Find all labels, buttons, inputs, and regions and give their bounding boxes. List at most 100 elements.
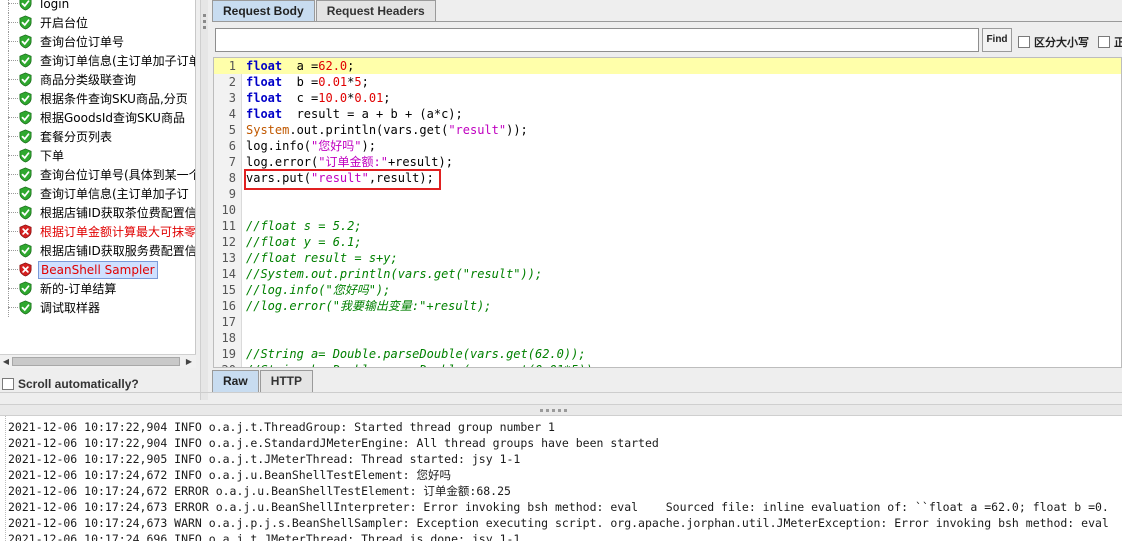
tree-item[interactable]: 套餐分页列表 xyxy=(0,127,195,146)
divider xyxy=(0,392,1122,393)
search-input[interactable] xyxy=(215,28,979,52)
success-shield-icon xyxy=(19,281,32,296)
regex-option[interactable]: 正 xyxy=(1098,34,1122,50)
tree-item[interactable]: 查询台位订单号 xyxy=(0,32,195,51)
test-plan-tree[interactable]: login 开启台位 查询台位订单号 查询订单信息(主订单加子订单 商品分类级联查询 根据… xyxy=(0,0,196,368)
code-text: float b =0.01*5; xyxy=(246,75,369,89)
line-number: 15 xyxy=(221,283,236,297)
scroll-automatically-option[interactable]: Scroll automatically? xyxy=(2,377,139,391)
scroll-left-icon[interactable]: ◀ xyxy=(1,357,11,367)
tab-raw[interactable]: Raw xyxy=(212,370,259,392)
line-number: 12 xyxy=(221,235,236,249)
case-sensitive-checkbox[interactable] xyxy=(1018,36,1030,48)
line-number: 3 xyxy=(228,91,236,105)
tree-connector xyxy=(0,298,18,317)
vertical-splitter[interactable] xyxy=(200,0,208,400)
code-line: 17 xyxy=(214,314,1121,330)
line-number: 7 xyxy=(228,155,236,169)
tree-item-label: 根据店铺ID获取茶位费配置信 xyxy=(40,205,196,220)
tree-connector xyxy=(0,203,18,222)
line-number: 1 xyxy=(228,59,236,73)
tab-http[interactable]: HTTP xyxy=(259,370,314,392)
line-number: 4 xyxy=(228,107,236,121)
code-line: 12 //float y = 6.1; xyxy=(214,234,1121,250)
line-number: 18 xyxy=(221,331,236,345)
success-shield-icon xyxy=(19,72,32,87)
log-panel[interactable]: 2021-12-06 10:17:22,904 INFO o.a.j.t.Thr… xyxy=(0,416,1122,541)
code-line: 16 //log.error("我要输出变量:"+result); xyxy=(214,298,1121,314)
tree-horizontal-scrollbar[interactable]: ◀ ▶ xyxy=(0,354,196,368)
tree-item-label: 查询订单信息(主订单加子订单 xyxy=(40,53,196,68)
log-splitter[interactable] xyxy=(0,404,1122,416)
case-sensitive-option[interactable]: 区分大小写 xyxy=(1018,34,1089,50)
splitter-grip xyxy=(203,14,206,17)
tree-connector xyxy=(0,0,18,13)
tree-item[interactable]: 查询台位订单号(具体到某一个 xyxy=(0,165,196,184)
code-line: 2 float b =0.01*5; xyxy=(214,74,1121,90)
success-shield-icon xyxy=(19,300,32,315)
tree-item-label: 新的-订单结算 xyxy=(40,281,117,296)
splitter-grip xyxy=(558,409,561,412)
tree-connector xyxy=(0,146,18,165)
tree-connector xyxy=(0,51,18,70)
tree-item[interactable]: 商品分类级联查询 xyxy=(0,70,195,89)
tree-item[interactable]: login xyxy=(0,0,195,13)
log-line: 2021-12-06 10:17:24,672 INFO o.a.j.u.Bea… xyxy=(8,468,451,482)
tree-item[interactable]: 查询订单信息(主订单加子订单 xyxy=(0,51,196,70)
code-line: 6 log.info("您好吗"); xyxy=(214,138,1121,154)
tree-item[interactable]: 根据店铺ID获取茶位费配置信 xyxy=(0,203,196,222)
tree-item[interactable]: 查询订单信息(主订单加子订 xyxy=(0,184,195,203)
code-text: //log.info("您好吗"); xyxy=(246,283,391,297)
tree-item-label: BeanShell Sampler xyxy=(38,260,158,279)
tree-item-label: 查询台位订单号(具体到某一个 xyxy=(40,167,196,182)
tree-connector xyxy=(0,165,18,184)
tree-item-label: 调试取样器 xyxy=(40,300,101,315)
line-number: 8 xyxy=(228,171,236,185)
splitter-grip xyxy=(203,20,206,23)
tree-item[interactable]: 根据店铺ID获取服务费配置信 xyxy=(0,241,196,260)
tree-item[interactable]: 调试取样器 xyxy=(0,298,195,317)
tree-item[interactable]: 新的-订单结算 xyxy=(0,279,195,298)
tree-item[interactable]: 开启台位 xyxy=(0,13,195,32)
tree-item-label: 查询台位订单号 xyxy=(40,34,125,49)
code-line: 18 xyxy=(214,330,1121,346)
tree-connector xyxy=(0,32,18,51)
tab-request-body[interactable]: Request Body xyxy=(212,0,315,21)
success-shield-icon xyxy=(19,148,32,163)
regex-label: 正 xyxy=(1114,37,1122,49)
scroll-automatically-checkbox[interactable] xyxy=(2,378,14,390)
tree-item[interactable]: 下单 xyxy=(0,146,195,165)
tree-item[interactable]: 根据GoodsId查询SKU商品 xyxy=(0,108,195,127)
request-tabs: Request Body Request Headers xyxy=(212,0,437,21)
find-bar: Find 区分大小写 正 xyxy=(212,21,1122,57)
code-line: 10 xyxy=(214,202,1121,218)
log-line: 2021-12-06 10:17:22,904 INFO o.a.j.t.Thr… xyxy=(8,420,555,434)
scroll-right-icon[interactable]: ▶ xyxy=(184,357,194,367)
success-shield-icon xyxy=(19,53,32,68)
tree-item[interactable]: 根据条件查询SKU商品,分页 xyxy=(0,89,195,108)
tree-connector xyxy=(0,108,18,127)
tree-connector xyxy=(0,184,18,203)
tab-request-headers[interactable]: Request Headers xyxy=(315,0,436,21)
code-line: 19 //String a= Double.parseDouble(vars.ge… xyxy=(214,346,1121,362)
tree-item[interactable]: BeanShell Sampler xyxy=(0,260,195,279)
error-shield-icon xyxy=(19,262,32,277)
log-line: 2021-12-06 10:17:24,696 INFO o.a.j.t.JMe… xyxy=(8,532,521,541)
line-number: 10 xyxy=(221,203,236,217)
code-text: float result = a + b + (a*c); xyxy=(246,107,463,121)
code-line: 7 log.error("订单金额:"+result); xyxy=(214,154,1121,170)
code-line: 20 //String b= Double.parseDouble(vars.ge… xyxy=(214,362,1121,367)
tree-connector xyxy=(0,241,18,260)
tree-item[interactable]: 根据订单金额计算最大可抹零 xyxy=(0,222,195,241)
tree-connector xyxy=(0,13,18,32)
success-shield-icon xyxy=(19,243,32,258)
code-editor[interactable]: 1 float a =62.0; 2 float b =0.01*5; 3 float c… xyxy=(213,57,1122,368)
regex-checkbox[interactable] xyxy=(1098,36,1110,48)
scrollbar-thumb[interactable] xyxy=(12,357,180,366)
find-button[interactable]: Find xyxy=(982,28,1012,52)
code-line: 3 float c =10.0*0.01; xyxy=(214,90,1121,106)
code-text: //System.out.println(vars.get("result"))… xyxy=(246,267,543,281)
line-number: 17 xyxy=(221,315,236,329)
tree-item-label: 根据店铺ID获取服务费配置信 xyxy=(40,243,196,258)
tree-item-label: 开启台位 xyxy=(40,15,89,30)
